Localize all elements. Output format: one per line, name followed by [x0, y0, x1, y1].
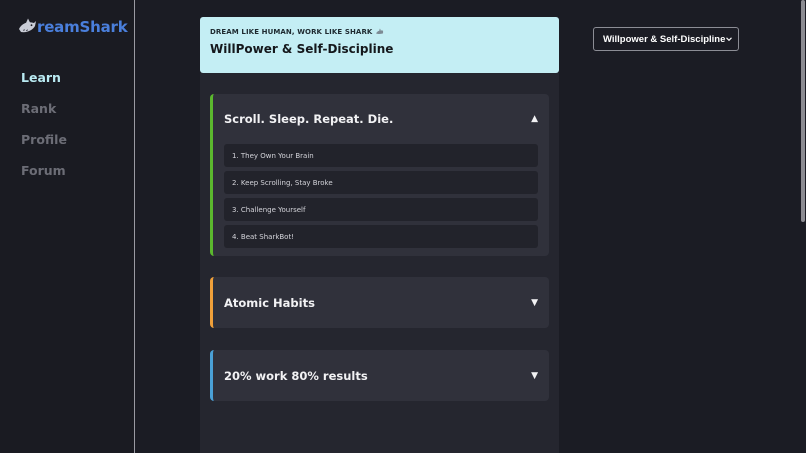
- sidebar-item-profile[interactable]: Profile: [21, 132, 67, 163]
- scrollbar-thumb[interactable]: [801, 0, 805, 222]
- section-scroll-sleep: Scroll. Sleep. Repeat. Die. ▲ 1. They Ow…: [210, 94, 549, 256]
- scrollbar[interactable]: [800, 0, 806, 453]
- sidebar: reamShark Learn Rank Profile Forum: [0, 0, 135, 453]
- lesson-item[interactable]: 4. Beat SharkBot!: [224, 225, 538, 248]
- section-pareto: 20% work 80% results ▼: [210, 350, 549, 401]
- lesson-item[interactable]: 2. Keep Scrolling, Stay Broke: [224, 171, 538, 194]
- topic-header: DREAM LIKE HUMAN, WORK LIKE SHARK WillPo…: [200, 17, 559, 73]
- lesson-item[interactable]: 1. They Own Your Brain: [224, 144, 538, 167]
- brand-name: reamShark: [37, 18, 128, 36]
- section-header[interactable]: Scroll. Sleep. Repeat. Die. ▲: [213, 94, 549, 144]
- chevron-up-icon: ▲: [531, 114, 538, 124]
- section-header[interactable]: 20% work 80% results ▼: [213, 350, 549, 401]
- sidebar-item-forum[interactable]: Forum: [21, 163, 67, 194]
- lesson-item[interactable]: 3. Challenge Yourself: [224, 198, 538, 221]
- chevron-down-icon: ▼: [531, 297, 538, 308]
- header-tagline: DREAM LIKE HUMAN, WORK LIKE SHARK: [210, 28, 373, 36]
- chevron-down-icon: ▼: [531, 370, 538, 381]
- header-tagline-row: DREAM LIKE HUMAN, WORK LIKE SHARK: [210, 28, 549, 36]
- section-atomic-habits: Atomic Habits ▼: [210, 277, 549, 328]
- section-title: Scroll. Sleep. Repeat. Die.: [224, 112, 394, 126]
- section-header[interactable]: Atomic Habits ▼: [213, 277, 549, 328]
- section-title: Atomic Habits: [224, 295, 315, 310]
- section-title: 20% work 80% results: [224, 368, 368, 383]
- page-title: WillPower & Self-Discipline: [210, 42, 394, 56]
- sidebar-item-learn[interactable]: Learn: [21, 70, 67, 101]
- chevron-down-icon: [726, 37, 732, 42]
- shark-logo-icon: [19, 18, 36, 33]
- sidebar-item-rank[interactable]: Rank: [21, 101, 67, 132]
- topic-select[interactable]: Willpower & Self-Discipline: [593, 27, 739, 51]
- sidebar-nav: Learn Rank Profile Forum: [21, 70, 67, 194]
- lesson-list: 1. They Own Your Brain 2. Keep Scrolling…: [213, 144, 549, 248]
- shark-emoji-icon: [376, 28, 384, 34]
- topic-select-value: Willpower & Self-Discipline: [603, 33, 726, 45]
- brand-logo[interactable]: reamShark: [17, 17, 128, 37]
